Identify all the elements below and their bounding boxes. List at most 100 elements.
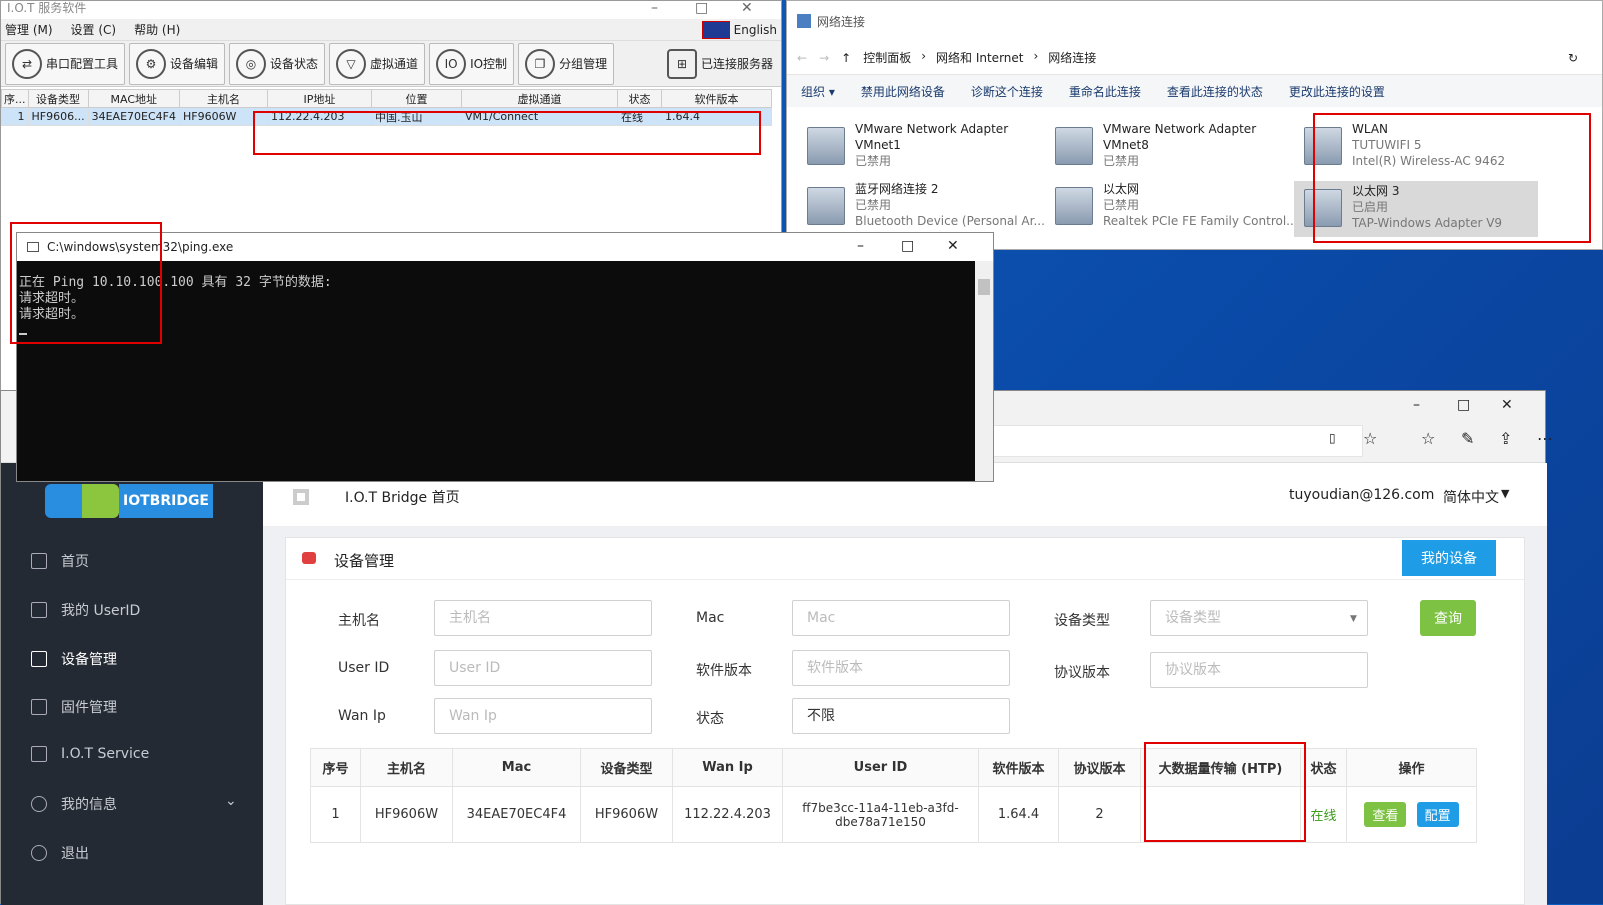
col-header: 协议版本 [1058,748,1141,787]
col-header[interactable]: 设备类型 [27,89,89,108]
adapter-vmnet1[interactable]: VMware Network Adapter VMnet1 已禁用 [797,119,1037,177]
nav-label: 设备管理 [61,652,117,668]
scrollbar[interactable] [975,261,993,481]
maximize-icon[interactable]: □ [901,238,914,254]
adapter-bluetooth[interactable]: 蓝牙网络连接 2 已禁用 Bluetooth Device (Personal Ar… [797,179,1045,237]
sidebar: IOTBRIDGE 首页 我的 UserID 设备管理 固件管理 I.O.T S… [1,463,263,905]
chevron-down-icon[interactable]: ⌄ [225,793,237,809]
back-icon[interactable]: ← [797,51,807,65]
config-button[interactable]: 配置 [1416,802,1459,827]
title-bar: I.O.T 服务软件 – □ ✕ [1,1,781,19]
adapter-sub: VMnet1 [855,138,901,152]
organize-button[interactable]: 组织 ▾ [801,83,835,100]
virtual-channel-button[interactable]: ▽ 虚拟通道 [329,42,426,85]
col-header[interactable]: 状态 [616,89,662,108]
disable-device-button[interactable]: 禁用此网络设备 [861,83,945,100]
nav-home[interactable]: 首页 [31,551,89,571]
user-email[interactable]: tuyoudian@126.com [1289,487,1434,503]
adapter-vmnet8[interactable]: VMware Network Adapter VMnet8 已禁用 [1045,119,1285,177]
tool-label: 串口配置工具 [46,57,119,71]
more-icon[interactable]: ⋯ [1537,429,1553,448]
crumb-network-internet[interactable]: 网络和 Internet [936,49,1023,66]
nav-label: 我的 UserID [61,603,141,619]
nav-logout[interactable]: 退出 [31,843,89,863]
my-devices-button[interactable]: 我的设备 [1402,540,1496,576]
proto-input[interactable]: 协议版本 [1150,652,1368,688]
crumb-network-connections[interactable]: 网络连接 [1048,49,1096,66]
forward-icon[interactable]: → [819,51,829,65]
query-button[interactable]: 查询 [1420,600,1476,636]
bluetooth-adapter-icon [807,187,845,225]
menu-settings[interactable]: 设置 (C) [71,21,117,38]
state-select[interactable]: 不限 [792,698,1010,734]
refresh-icon[interactable]: ↻ [1568,51,1578,65]
change-settings-button[interactable]: 更改此连接的设置 [1289,83,1385,100]
favorite-star-icon[interactable]: ☆ [1363,429,1377,448]
close-icon[interactable]: ✕ [741,1,753,15]
nav-my-info[interactable]: 我的信息 [31,794,117,814]
address-bar[interactable]: ← → ↑ 控制面板 › 网络和 Internet › 网络连接 ↻ [787,41,1602,75]
favorites-icon[interactable]: ☆ [1421,429,1435,448]
language-select[interactable]: 简体中文 [1443,487,1499,507]
maximize-icon[interactable]: □ [695,1,708,15]
minimize-icon[interactable]: – [651,1,658,15]
minimize-icon[interactable]: – [857,238,864,254]
adapter-ethernet[interactable]: 以太网 已禁用 Realtek PCIe FE Family Control... [1045,179,1298,237]
minimize-icon[interactable]: – [1413,397,1420,413]
nav-device-manage[interactable]: 设备管理 [31,649,117,669]
uid-input[interactable]: User ID [434,650,652,686]
pen-icon[interactable]: ✎ [1461,429,1474,448]
col-header: 操作 [1346,748,1477,787]
nav-iot-service[interactable]: I.O.T Service [31,746,149,762]
state-label: 状态 [696,711,724,727]
close-icon[interactable]: ✕ [1501,397,1513,413]
col-header[interactable]: 序... [1,89,29,108]
io-control-button[interactable]: IO IO控制 [429,42,515,85]
diagnose-button[interactable]: 诊断这个连接 [971,83,1043,100]
serial-config-button[interactable]: ⇄ 串口配置工具 [5,42,126,85]
device-edit-button[interactable]: ⚙ 设备编辑 [129,42,226,85]
group-manage-button[interactable]: ❐ 分组管理 [518,42,615,85]
wan-input[interactable]: Wan Ip [434,698,652,734]
nav-userid[interactable]: 我的 UserID [31,600,140,620]
console-line: 正在 Ping 10.10.100.100 具有 32 字节的数据: [19,275,332,290]
col-header[interactable]: IP地址 [266,89,372,108]
host-input[interactable]: 主机名 [434,600,652,636]
scroll-thumb[interactable] [978,279,990,295]
cell: 2 [1058,786,1141,843]
sw-input[interactable]: 软件版本 [792,650,1010,686]
monitor-icon [31,553,47,569]
maximize-icon[interactable]: □ [1457,397,1470,413]
up-icon[interactable]: ↑ [841,51,851,65]
col-header[interactable]: MAC地址 [87,89,180,108]
menu-manage[interactable]: 管理 (M) [5,21,53,38]
col-header[interactable]: 虚拟通道 [460,89,618,108]
tool-label: 设备编辑 [170,57,219,71]
type-select[interactable]: 设备类型 [1150,600,1368,636]
type-label: 设备类型 [1054,613,1110,629]
col-header[interactable]: 主机名 [178,89,268,108]
service-icon [31,746,47,762]
view-button[interactable]: 查看 [1364,802,1407,827]
caret-down-icon[interactable]: ▼ [1501,487,1509,500]
adapter-icon [1055,187,1093,225]
virtual-channel-icon: ▽ [336,48,367,79]
cell: 34EAE70EC4F4 [452,786,581,843]
device-status-button[interactable]: ◎ 设备状态 [229,42,326,85]
crumb-control-panel[interactable]: 控制面板 [863,49,911,66]
adapter-status: 已禁用 [1103,154,1140,168]
nav-firmware[interactable]: 固件管理 [31,697,117,717]
menu-help[interactable]: 帮助 (H) [134,21,180,38]
col-header[interactable]: 软件版本 [660,89,772,108]
view-status-button[interactable]: 查看此连接的状态 [1167,83,1263,100]
col-header[interactable]: 位置 [370,89,462,108]
connected-server-button[interactable]: ⊞ 已连接服务器 [661,43,779,85]
grid-menu-icon[interactable] [293,489,309,505]
rename-button[interactable]: 重命名此连接 [1069,83,1141,100]
share-icon[interactable]: ⇪ [1499,429,1512,448]
language-switch[interactable]: English [701,20,777,39]
mac-input[interactable]: Mac [792,600,1010,636]
url-bar[interactable] [991,425,1363,457]
close-icon[interactable]: ✕ [947,238,959,254]
reading-view-icon[interactable]: ▯ [1329,431,1336,445]
